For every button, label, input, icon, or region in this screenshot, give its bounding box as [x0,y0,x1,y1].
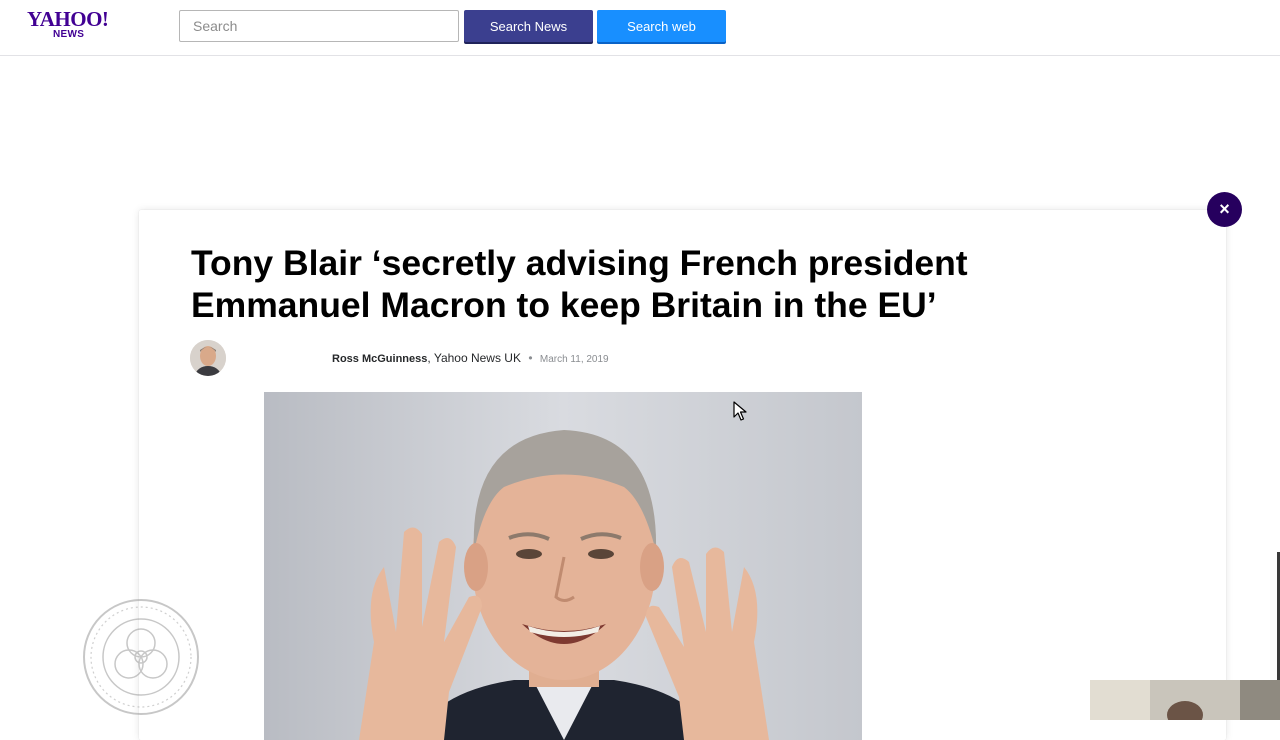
article-headline: Tony Blair ‘secretly advising French pre… [191,243,968,325]
search-web-button[interactable]: Search web [597,10,726,42]
logo-subtitle: NEWS [53,29,85,40]
search-news-button[interactable]: Search News [464,10,593,42]
article-photo-illustration [264,392,862,740]
publish-date: March 11, 2019 [539,354,609,365]
cursor-icon [733,401,747,421]
close-modal-button[interactable]: × [1207,192,1242,227]
watermark-seal [83,599,199,715]
avatar-photo [190,340,226,376]
publisher-name: Yahoo News UK [433,351,521,365]
yahoo-news-logo[interactable]: YAHOO! NEWS [27,8,117,44]
article-byline: Ross McGuinness, Yahoo News UK • March 1… [332,351,609,365]
article-modal: Tony Blair ‘secretly advising French pre… [139,210,1226,740]
byline-comma: , [427,351,431,365]
webcam-feed [1090,680,1280,720]
search-input[interactable] [179,10,459,42]
author-avatar[interactable] [190,340,226,376]
top-bar: YAHOO! NEWS Search News Search web [0,0,1280,56]
close-icon: × [1219,199,1230,219]
byline-dot: • [528,351,533,365]
article-photo[interactable] [264,392,862,740]
logo-wordmark: YAHOO! [27,7,109,31]
webcam-overlay [1090,680,1280,720]
author-name[interactable]: Ross McGuinness [332,353,427,365]
